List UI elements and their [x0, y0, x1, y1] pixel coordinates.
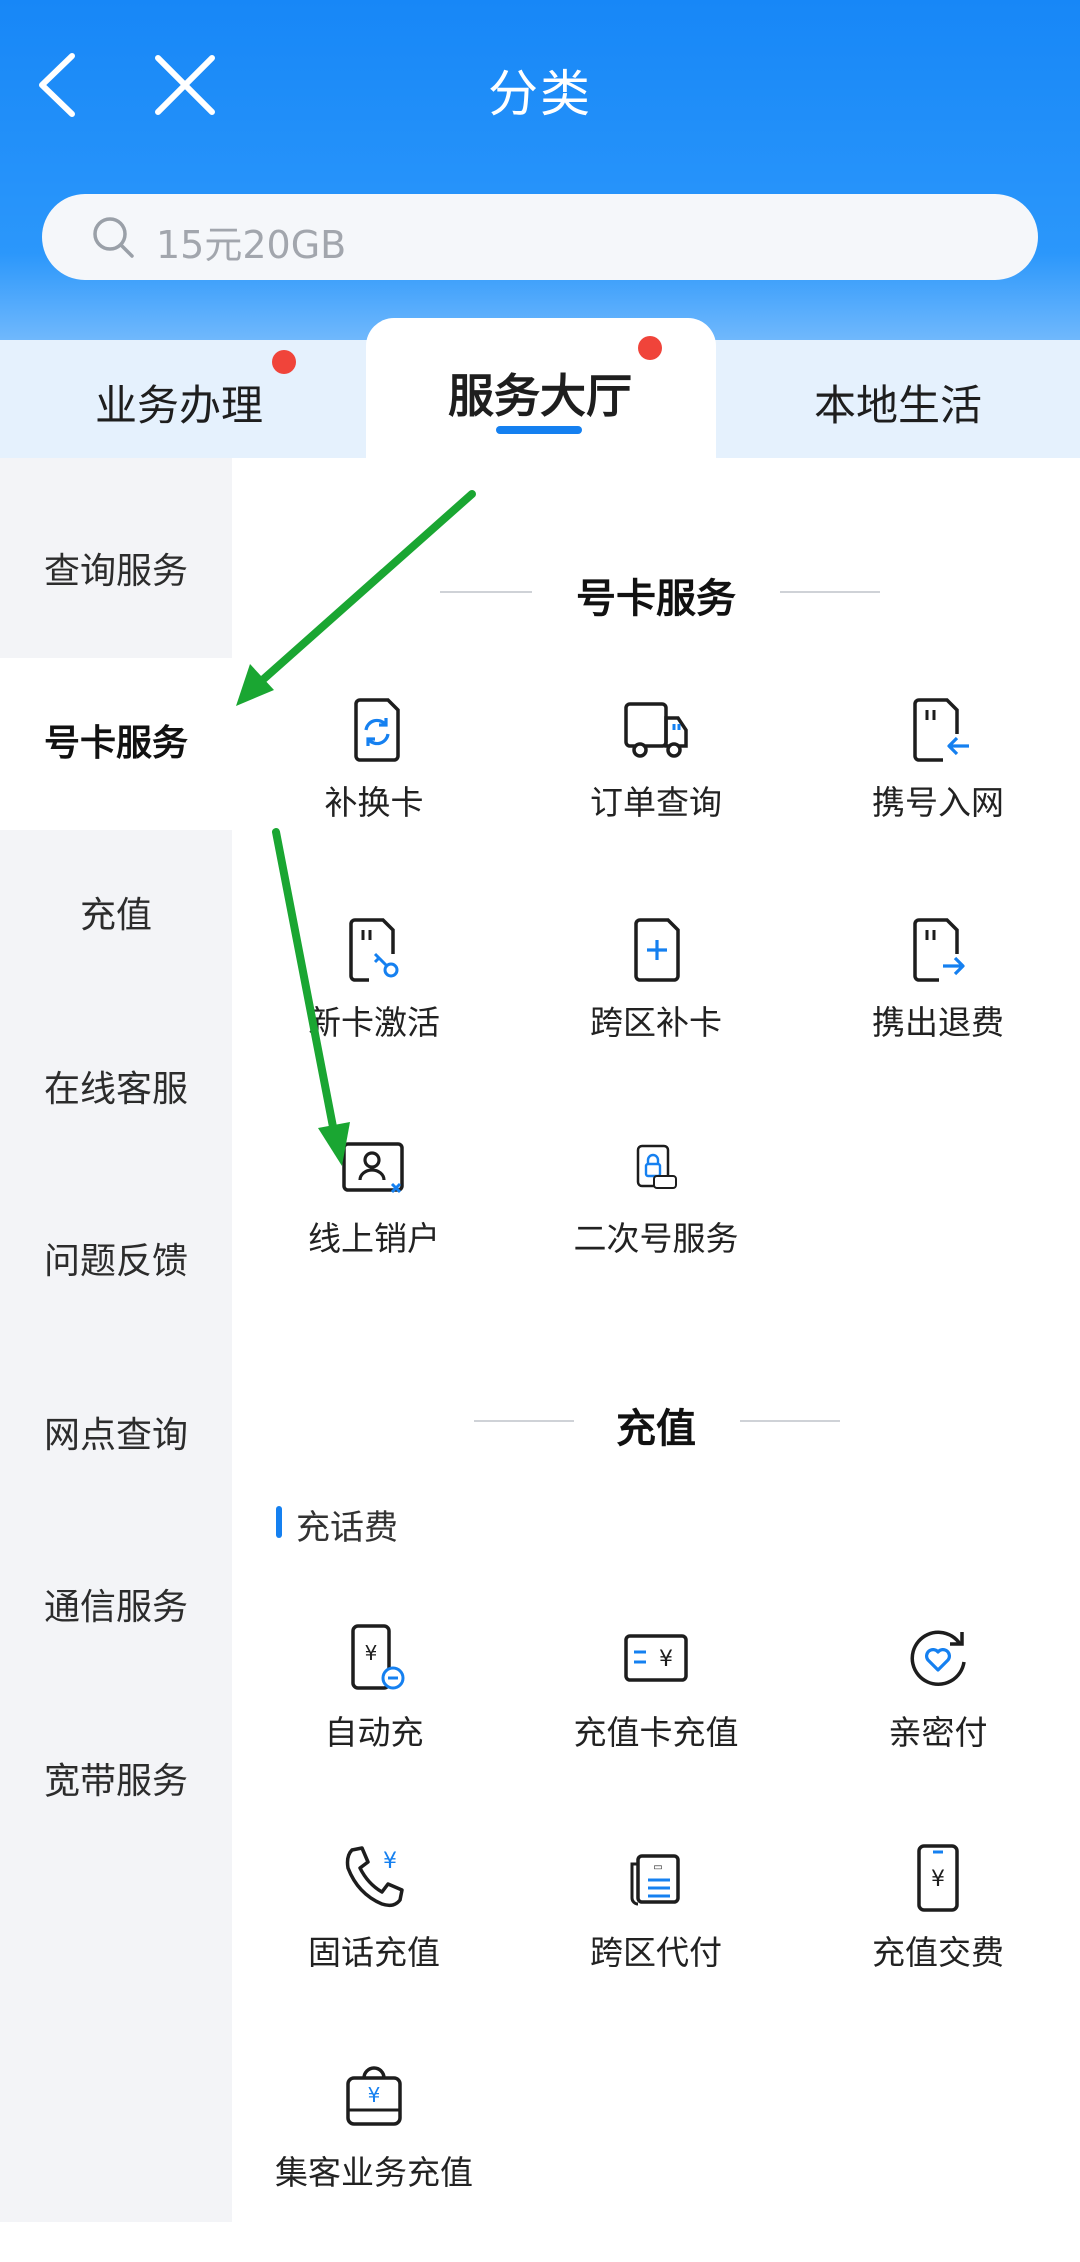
annotation-arrows: [236, 490, 476, 1166]
annotation-arrow-to-item: [272, 828, 350, 1166]
annotation-arrow-to-sidebar: [236, 490, 476, 706]
